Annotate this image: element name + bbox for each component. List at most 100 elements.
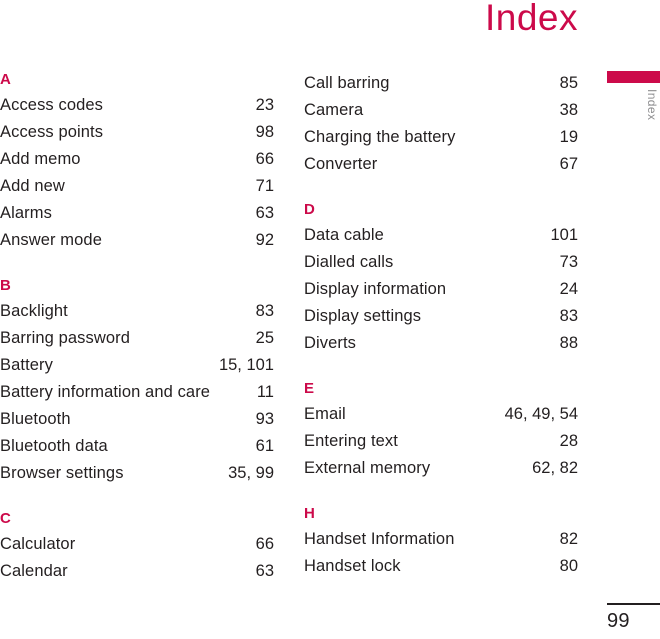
index-entry-label: Entering text [304,432,398,450]
index-entry[interactable]: Email 46, 49, 54 [304,401,578,428]
index-section: B Backlight 83 Barring password 25 Battery 15,… [0,276,274,487]
index-entry-pages: 88 [559,334,578,352]
index-entry-label: Bluetooth [0,410,71,428]
index-entry-pages: 83 [255,302,274,320]
index-entry-pages: 23 [255,96,274,114]
page-title: Index [484,0,578,38]
index-entry-pages: 67 [559,155,578,173]
footer-divider [607,603,660,605]
side-tab: Index [607,71,660,141]
index-section: D Data cable 101 Dialled calls 73 Display inf… [304,200,578,357]
index-entry[interactable]: Converter 67 [304,151,578,178]
index-entry[interactable]: Add new 71 [0,173,274,200]
index-entry-label: Access codes [0,96,103,114]
index-entry-pages: 62, 82 [532,459,578,477]
index-entry-label: Display information [304,280,447,298]
index-section: H Handset Information 82 Handset lock 80 [304,504,578,580]
index-entry-label: Calculator [0,535,76,553]
index-entry-pages: 93 [255,410,274,428]
index-entry-pages: 101 [550,226,578,244]
index-entry[interactable]: Battery information and care 11 [0,379,274,406]
index-entry-label: Diverts [304,334,357,352]
section-letter: C [0,510,12,527]
index-entry[interactable]: Display information 24 [304,276,578,303]
index-entry-label: Email [304,405,346,423]
index-entry-pages: 35, 99 [228,464,274,482]
index-entry-label: Call barring [304,74,390,92]
index-entry-pages: 24 [559,280,578,298]
index-entry-pages: 19 [559,128,578,146]
index-entry[interactable]: Barring password 25 [0,325,274,352]
index-entry[interactable]: Alarms 63 [0,200,274,227]
index-entry-pages: 63 [255,204,274,222]
index-entry[interactable]: Handset lock 80 [304,553,578,580]
index-entry-pages: 46, 49, 54 [504,405,578,423]
index-entry[interactable]: Camera 38 [304,97,578,124]
index-entry[interactable]: Add memo 66 [0,146,274,173]
index-entry-pages: 82 [559,530,578,548]
index-entry[interactable]: Battery 15, 101 [0,352,274,379]
index-entry-label: Handset lock [304,557,401,575]
index-entry[interactable]: Call barring 85 [304,70,578,97]
side-tab-label: Index [645,89,659,121]
index-entry-pages: 92 [255,231,274,249]
index-entry-pages: 85 [559,74,578,92]
index-entry[interactable]: Backlight 83 [0,298,274,325]
index-entry[interactable]: Data cable 101 [304,222,578,249]
index-entry-label: Data cable [304,226,384,244]
index-entry-label: Battery [0,356,53,374]
index-entry[interactable]: Diverts 88 [304,330,578,357]
index-entry-pages: 73 [559,253,578,271]
index-entry[interactable]: Handset Information 82 [304,526,578,553]
index-entry-pages: 25 [255,329,274,347]
index-entry-pages: 61 [255,437,274,455]
index-entry-pages: 15, 101 [218,356,274,374]
index-entry-pages: 71 [255,177,274,195]
index-entry[interactable]: Bluetooth 93 [0,406,274,433]
index-section: E Email 46, 49, 54 Entering text 28 External … [304,379,578,482]
index-entry[interactable]: Dialled calls 73 [304,249,578,276]
index-column: Call barring 85 Camera 38 Charging the batte… [304,70,578,585]
index-entry-label: Browser settings [0,464,124,482]
index-entry[interactable]: Entering text 28 [304,428,578,455]
index-entry-pages: 66 [255,150,274,168]
page-footer: 99 [607,603,660,633]
side-tab-bar [607,71,660,83]
index-entry-pages: 83 [559,307,578,325]
index-entry[interactable]: Calculator 66 [0,531,274,558]
index-entry-label: Camera [304,101,364,119]
page-number: 99 [607,610,630,632]
index-entry-pages: 66 [255,535,274,553]
index-entry[interactable]: Display settings 83 [304,303,578,330]
index-entry-label: Barring password [0,329,130,347]
index-entry-label: Bluetooth data [0,437,108,455]
section-letter: E [304,380,315,397]
index-entry-pages: 11 [256,383,274,401]
index-entry-label: Add memo [0,150,81,168]
index-section: C Calculator 66 Calendar 63 [0,509,274,585]
index-section: A Access codes 23 Access points 98 Add memo 66… [0,70,274,254]
section-letter: D [304,201,316,218]
index-entry-label: External memory [304,459,431,477]
index-entry-label: Dialled calls [304,253,394,271]
index-entry[interactable]: Browser settings 35, 99 [0,460,274,487]
index-entry-pages: 63 [255,562,274,580]
index-entry[interactable]: Access codes 23 [0,92,274,119]
index-entry[interactable]: Answer mode 92 [0,227,274,254]
index-entry-label: Converter [304,155,378,173]
index-entry-label: Calendar [0,562,68,580]
index-entry-pages: 98 [255,123,274,141]
index-entry[interactable]: Charging the battery 19 [304,124,578,151]
index-entry-label: Display settings [304,307,422,325]
index-entry[interactable]: Calendar 63 [0,558,274,585]
index-entry-pages: 80 [559,557,578,575]
index-entry[interactable]: Bluetooth data 61 [0,433,274,460]
index-entry-label: Battery information and care [0,383,211,401]
index-column: A Access codes 23 Access points 98 Add memo 66… [0,70,274,585]
index-entry-pages: 28 [559,432,578,450]
index-entry[interactable]: External memory 62, 82 [304,455,578,482]
section-letter: B [0,277,12,294]
index-entry[interactable]: Access points 98 [0,119,274,146]
index-entry-label: Handset Information [304,530,455,548]
index-entry-label: Add new [0,177,65,195]
